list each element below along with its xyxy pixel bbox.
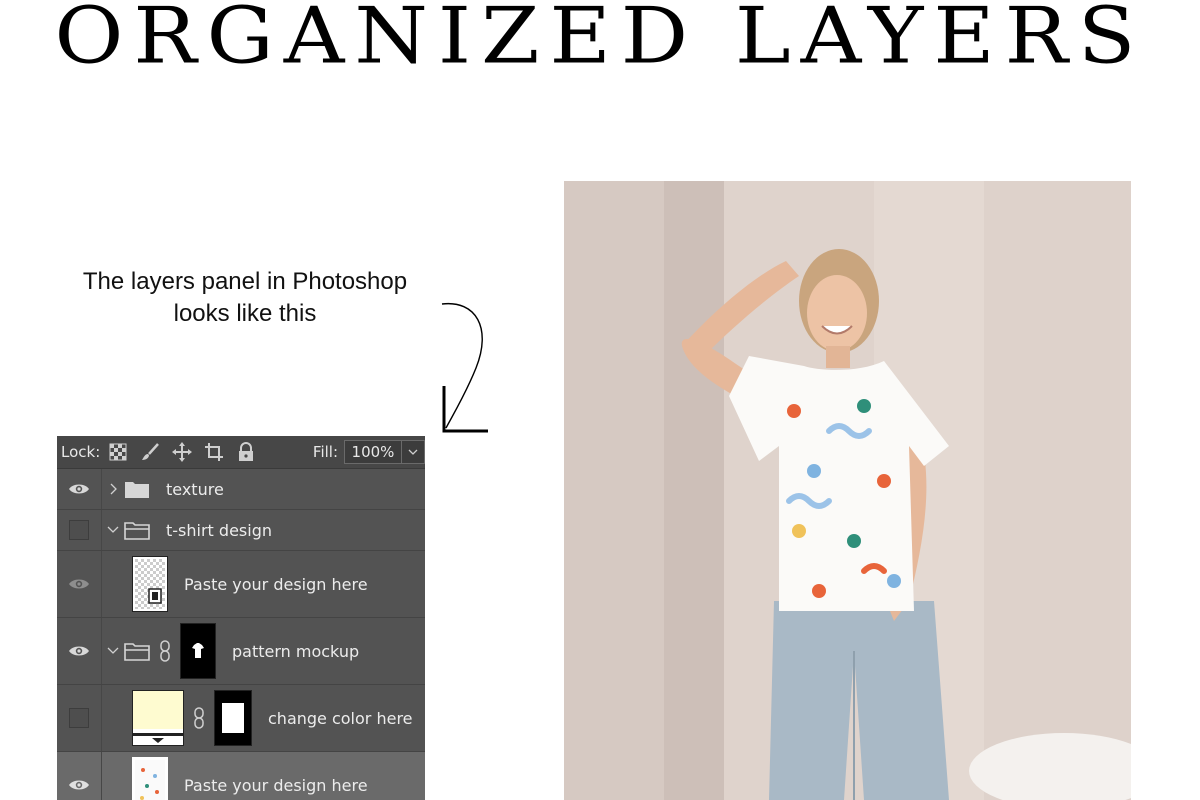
open-folder-icon <box>124 522 150 540</box>
lock-position-move-icon[interactable] <box>172 442 193 462</box>
link-chain-icon[interactable] <box>192 707 206 729</box>
lock-toolbar: Lock: Fill: 100% <box>57 436 425 469</box>
color-fill-thumbnail[interactable] <box>132 690 184 746</box>
fill-dropdown-chevron-down-icon[interactable] <box>402 440 425 464</box>
layer-mask-thumbnail[interactable] <box>214 690 252 746</box>
fill-opacity-input[interactable]: 100% <box>344 440 402 464</box>
caption-line-1: The layers panel in Photoshop <box>82 268 408 295</box>
layer-name: pattern mockup <box>232 641 360 661</box>
visibility-toggle[interactable] <box>57 685 102 751</box>
visibility-toggle[interactable] <box>57 752 102 800</box>
eye-icon <box>69 646 89 656</box>
layer-name: Paste your design here <box>184 574 368 594</box>
layer-row-pattern-mockup[interactable]: pattern mockup <box>57 618 425 685</box>
layer-row-paste-design-2[interactable]: Paste your design here <box>57 752 425 800</box>
chevron-right-icon[interactable] <box>108 482 118 496</box>
layer-mask-thumbnail[interactable] <box>180 623 216 679</box>
chevron-down-icon[interactable] <box>106 646 120 656</box>
lock-all-padlock-icon[interactable] <box>236 442 256 462</box>
lock-label: Lock: <box>61 443 101 461</box>
layer-name: change color here <box>268 708 413 728</box>
layer-row-texture[interactable]: texture <box>57 469 425 510</box>
layer-name: Paste your design here <box>184 775 368 795</box>
visibility-toggle[interactable] <box>57 510 102 550</box>
link-chain-icon[interactable] <box>158 640 172 662</box>
curved-arrow-icon <box>441 302 488 433</box>
lock-artboard-crop-icon[interactable] <box>204 442 224 462</box>
hidden-visibility-box <box>69 708 89 728</box>
smart-object-thumbnail <box>132 757 168 800</box>
layer-name: texture <box>166 479 224 499</box>
visibility-toggle[interactable] <box>57 469 102 509</box>
eye-icon <box>69 780 89 790</box>
tshirt-mockup-photo <box>564 181 1131 800</box>
layers-panel: Lock: Fill: 100% texture t-shirt design … <box>57 436 425 800</box>
fill-label: Fill: <box>312 443 338 461</box>
eye-icon <box>69 579 89 589</box>
chevron-down-icon[interactable] <box>106 525 120 535</box>
visibility-toggle[interactable] <box>57 551 102 617</box>
layer-row-tshirt-design[interactable]: t-shirt design <box>57 510 425 551</box>
layer-row-change-color[interactable]: change color here <box>57 685 425 752</box>
lock-transparent-pixels-icon[interactable] <box>108 442 128 462</box>
layer-name: t-shirt design <box>166 520 272 540</box>
folder-icon <box>125 482 149 498</box>
layer-row-paste-design-1[interactable]: Paste your design here <box>57 551 425 618</box>
visibility-toggle[interactable] <box>57 618 102 684</box>
panel-caption: The layers panel in Photoshop looks like… <box>40 266 450 330</box>
lock-image-pixels-brush-icon[interactable] <box>140 442 160 462</box>
hidden-visibility-box <box>69 520 89 540</box>
eye-icon <box>69 484 89 494</box>
open-folder-icon <box>124 643 150 661</box>
smart-object-thumbnail <box>132 556 168 612</box>
caption-line-2: looks like this <box>173 300 317 327</box>
page-heading: ORGANIZED LAYERS <box>54 0 1146 82</box>
